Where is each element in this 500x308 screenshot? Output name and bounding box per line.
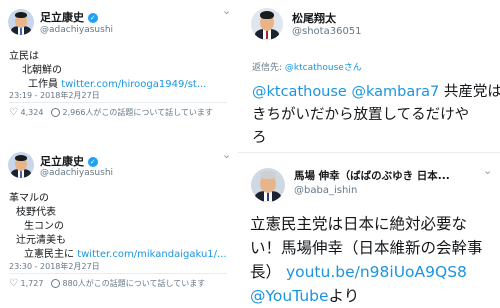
tweet-text-fragment: 長）: [250, 263, 282, 281]
tweet-text-line: 枝野代表: [16, 207, 56, 218]
avatar[interactable]: [251, 8, 283, 40]
tweet-text-line: @YouTubeより: [250, 284, 359, 306]
reply-prefix: 返信先:: [252, 63, 283, 73]
tweet-text-line: い！馬場伸幸（日本維新の会幹事: [250, 239, 483, 257]
tweet-link[interactable]: twitter.com/hirooga1949/st...: [61, 79, 206, 90]
verified-icon: ✓: [87, 13, 98, 23]
engagement-row: ♡ 1,727 880人がこの話題について話しています: [9, 278, 205, 289]
avatar[interactable]: [8, 152, 34, 178]
talking-count[interactable]: 880人がこの話題について話しています: [63, 279, 206, 288]
author-name-text: 足立康史: [40, 155, 84, 168]
chevron-down-icon[interactable]: ⌄: [222, 4, 231, 17]
person-icon: [50, 279, 60, 288]
divider: [238, 152, 500, 153]
youtube-link[interactable]: youtu.be/n98iUoA9QS8: [286, 263, 467, 281]
tweet-text-line: 生コンの: [24, 221, 64, 232]
like-count: 1,727: [20, 279, 44, 288]
tweet-card[interactable]: 足立康史 ✓ @adachiyasushi ⌄ 立民は 北朝鮮の 工作員 twi…: [0, 0, 236, 150]
tweet-text-line: 立民は: [9, 51, 39, 62]
heart-icon[interactable]: ♡: [9, 278, 18, 289]
tweet-text-line: きちがいだから放置してるだけや: [252, 107, 470, 123]
author-handle[interactable]: @baba_ishin: [294, 185, 357, 196]
tweet-text-line: 立憲民主に twitter.com/mikandaigaku1/...: [24, 245, 227, 260]
author-handle[interactable]: @adachiyasushi: [40, 25, 113, 35]
like-count: 4,324: [20, 108, 44, 117]
author-name[interactable]: 松尾翔太: [292, 10, 336, 26]
tweet-text-fragment: より: [328, 287, 360, 305]
divider: [9, 102, 227, 103]
tweet-card[interactable]: 馬場 伸幸（ばばのぶゆき 日本... ⌄ @baba_ishin 立憲民主党は日…: [238, 152, 500, 308]
mention-link[interactable]: @ktcathouse: [252, 84, 347, 100]
tweet-card[interactable]: 松尾翔太 @shota36051 返信先: @ktcathouseさん @ktc…: [238, 0, 500, 150]
talking-count[interactable]: 2,966人がこの話題について話しています: [63, 108, 213, 117]
avatar[interactable]: [8, 9, 34, 35]
reply-to-link[interactable]: @ktcathouseさん: [285, 63, 362, 73]
chevron-down-icon[interactable]: ⌄: [483, 164, 492, 177]
tweet-text-fragment: 工作員: [28, 79, 58, 90]
avatar[interactable]: [251, 168, 285, 202]
tweet-text-fragment: 立憲民主に: [24, 249, 74, 260]
tweet-text-line: 革マルの: [9, 193, 49, 204]
timestamp[interactable]: 23:30 - 2018年2月27日: [9, 261, 100, 272]
author-handle[interactable]: @adachiyasushi: [40, 168, 113, 178]
verified-icon: ✓: [87, 157, 98, 167]
left-column: 足立康史 ✓ @adachiyasushi ⌄ 立民は 北朝鮮の 工作員 twi…: [0, 0, 236, 308]
engagement-row: ♡ 4,324 2,966人がこの話題について話しています: [9, 107, 213, 118]
tweet-text-line: 工作員 twitter.com/hirooga1949/st...: [28, 75, 206, 90]
author-name[interactable]: 足立康史 ✓: [40, 9, 98, 25]
mention-link[interactable]: @kambara7: [351, 84, 439, 100]
timestamp[interactable]: 23:19 - 2018年2月27日: [9, 90, 100, 101]
chevron-down-icon[interactable]: ⌄: [222, 148, 231, 161]
author-handle[interactable]: @shota36051: [292, 26, 362, 37]
tweet-card[interactable]: 足立康史 ✓ @adachiyasushi ⌄ 革マルの 枝野代表 生コンの 辻…: [0, 148, 236, 308]
tweet-text-fragment: 共産党は: [443, 84, 500, 100]
author-name[interactable]: 足立康史 ✓: [40, 153, 98, 169]
mention-link[interactable]: @YouTube: [250, 287, 329, 305]
author-name-text: 足立康史: [40, 11, 84, 24]
tweet-text-line: 立憲民主党は日本に絶対必要な: [250, 215, 468, 233]
tweet-text-line: @ktcathouse @kambara7 共産党は: [252, 80, 500, 101]
heart-icon[interactable]: ♡: [9, 107, 18, 118]
tweet-text-line: ろ: [252, 130, 267, 146]
person-icon: [50, 108, 60, 117]
reply-context: 返信先: @ktcathouseさん: [252, 60, 362, 73]
divider: [9, 273, 227, 274]
tweet-text-line: 北朝鮮の: [22, 65, 62, 76]
author-name[interactable]: 馬場 伸幸（ばばのぶゆき 日本...: [294, 168, 450, 183]
tweet-text-line: 辻元清美も: [16, 235, 66, 246]
tweet-link[interactable]: twitter.com/mikandaigaku1/...: [77, 249, 226, 260]
tweet-text-line: 長） youtu.be/n98iUoA9QS8: [250, 260, 467, 282]
